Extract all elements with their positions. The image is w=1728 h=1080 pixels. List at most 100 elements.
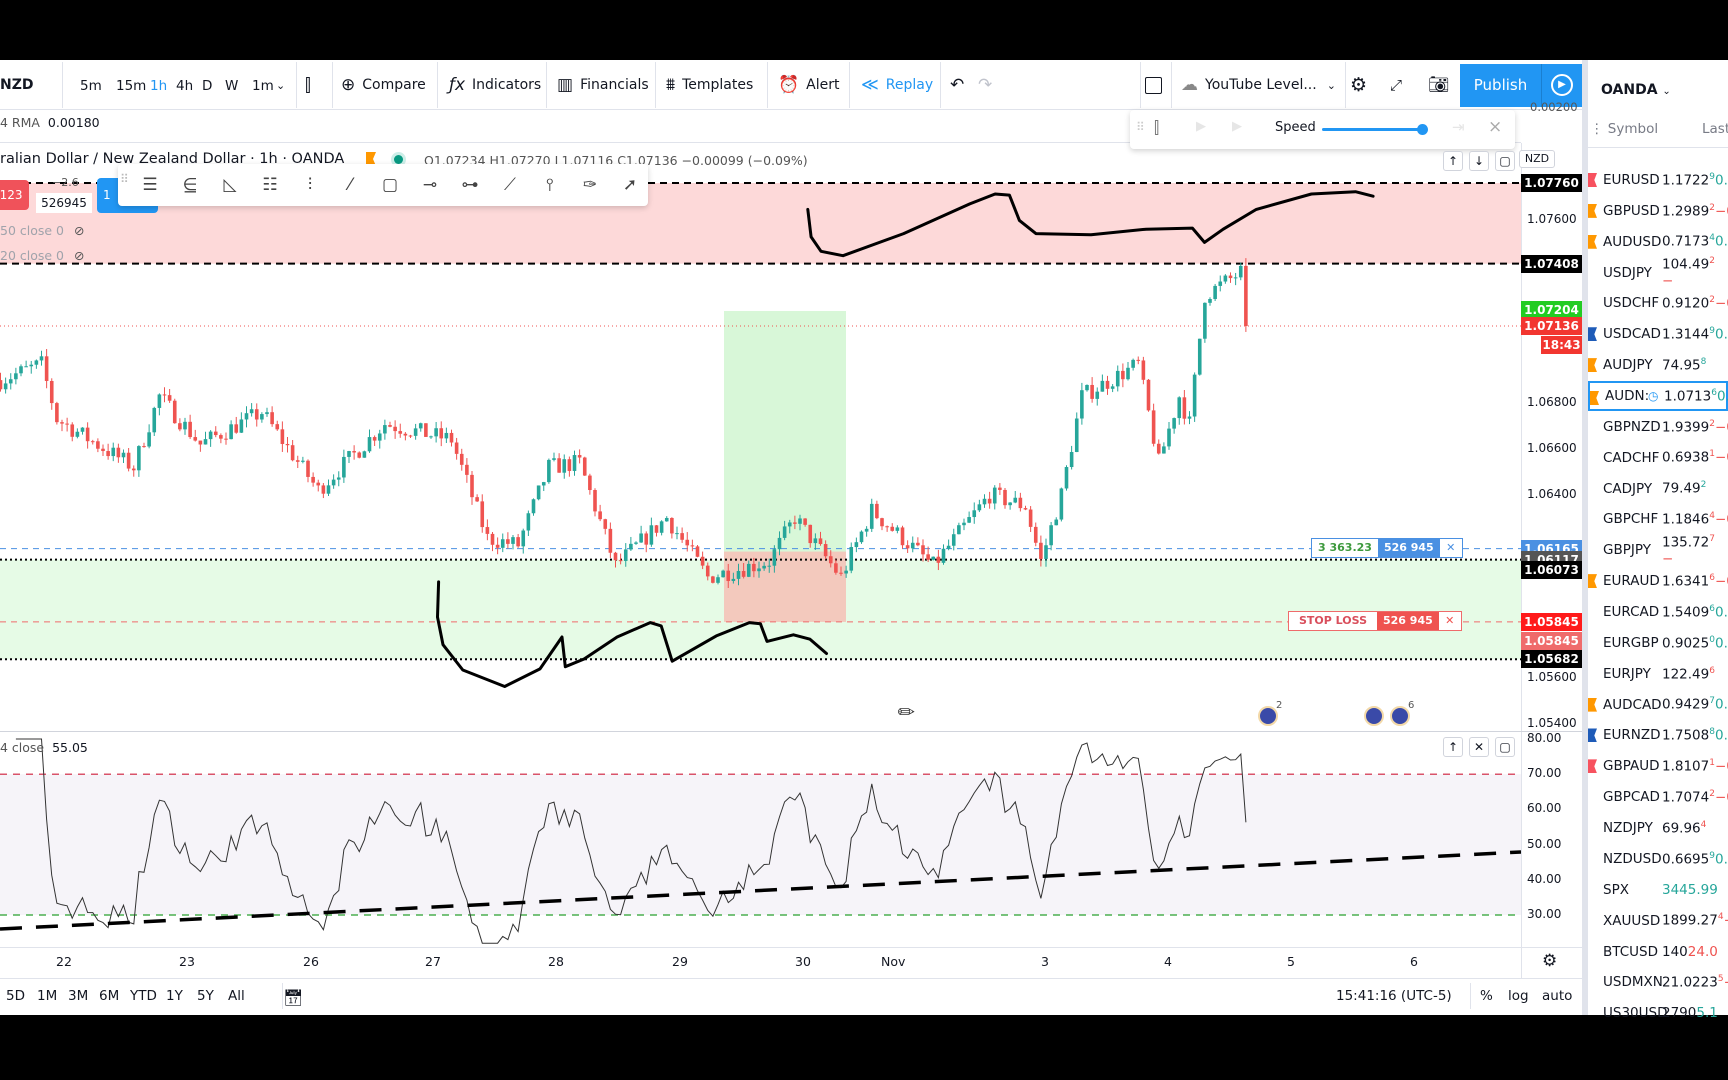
flag-icon[interactable] [1588,358,1597,373]
watchlist-row[interactable]: EURJPY 122.496 [1588,659,1728,689]
range-YTD[interactable]: YTD [130,988,157,1004]
watchlist-row[interactable]: GBPCAD1.70742−0 [1588,782,1728,812]
drag-handle[interactable]: ⠿ [120,172,129,186]
clock[interactable]: 15:41:16 (UTC-5) [1336,988,1452,1004]
timeframe-4h[interactable]: 4h [176,78,193,94]
goto-date-icon[interactable]: 📅︎ [283,988,303,1007]
sell-button[interactable]: 7123 [0,180,29,210]
watchlist-row[interactable]: GBPNZD1.93992−0 [1588,412,1728,442]
timeframe-1m[interactable]: 1m [252,78,274,94]
gear-icon[interactable]: ⚙ [1542,951,1557,971]
vertical-line-icon[interactable]: ⫯ [532,164,568,206]
percent-toggle[interactable]: % [1480,988,1493,1004]
select-bar-icon[interactable]: ⫿ [1154,118,1159,138]
take-profit-order[interactable]: 3 363.23 526 945 ✕ [1311,538,1463,558]
range-5D[interactable]: 5D [6,988,25,1004]
range-All[interactable]: All [228,988,245,1004]
flag-icon[interactable] [1588,327,1597,342]
watchlist-row[interactable]: CADCHF0.69381−0 [1588,443,1728,473]
watchlist-row[interactable]: EURGBP 0.902500. [1588,628,1728,658]
triangle-icon[interactable]: ◺ [212,164,248,206]
watchlist-row[interactable]: US30USD 27905.1 [1588,998,1728,1028]
play-icon[interactable]: ▶ [1196,119,1206,134]
watchlist-row[interactable]: USDJPY 104.492 − [1588,256,1728,289]
watchlist-row[interactable]: USDMXN21.02235−0 [1588,967,1728,997]
watchlist-row[interactable]: XAUUSD1899.274−1 [1588,906,1728,936]
economic-event-icon[interactable] [1390,706,1410,726]
watchlist-row[interactable]: EURNZD 1.750880. [1588,720,1728,750]
move-up-icon[interactable]: ↑ [1443,737,1463,757]
speed-slider[interactable] [1322,128,1422,131]
timeframe-W[interactable]: W [225,78,238,94]
watchlist-row[interactable]: AUDJPY 74.958 [1588,350,1728,380]
watchlist-row[interactable]: GBPAUD1.81071−0 [1588,751,1728,781]
watchlist-row[interactable]: SPX 3445.99 [1588,875,1728,905]
flag-icon[interactable] [1588,173,1597,187]
watchlist-row[interactable]: GBPUSD1.29892−0 [1588,196,1728,226]
timeframe-15m[interactable]: 15m [116,78,146,94]
extended-line-icon[interactable]: ⟋ [492,164,528,206]
watchlist-row[interactable]: NZDJPY 69.964 [1588,813,1728,843]
maximize-pane-icon[interactable]: ▢ [1495,737,1515,757]
currency-label[interactable]: NZD [1519,150,1555,168]
watchlist-row[interactable]: GBPJPY 135.727 − [1588,534,1728,567]
rectangle-icon[interactable]: ▢ [372,164,408,206]
watchlist-row[interactable]: AUDN:◷ 1.071360. [1588,381,1728,412]
range-1M[interactable]: 1M [37,988,57,1004]
flag-icon[interactable] [1588,574,1597,589]
fib-retracement-icon[interactable]: ⋸ [172,164,208,206]
range-5Y[interactable]: 5Y [197,988,214,1004]
move-up-icon[interactable]: ↑ [1443,151,1463,171]
flag-icon[interactable] [1588,234,1597,249]
watchlist-selector[interactable]: OANDA ⌄ [1601,82,1671,98]
hidden-eye-icon[interactable]: ⊘ [74,248,84,263]
auto-toggle[interactable]: auto [1542,988,1572,1004]
close-icon[interactable]: × [1488,117,1502,137]
trend-line-icon[interactable]: ⁄ [332,164,368,206]
hidden-eye-icon[interactable]: ⊘ [74,223,84,238]
horizontal-lines-icon[interactable]: ☰ [132,164,168,206]
watchlist-row[interactable]: GBPCHF1.18464−0 [1588,504,1728,534]
flag-icon[interactable] [1590,391,1599,406]
close-icon[interactable]: ✕ [1439,612,1461,630]
step-forward-icon[interactable]: ▶ [1232,119,1242,134]
range-6M[interactable]: 6M [99,988,119,1004]
timeframe-1h[interactable]: 1h [150,78,167,94]
close-icon[interactable]: ✕ [1440,539,1462,557]
watchlist-row[interactable]: AUDUSD 0.717340. [1588,227,1728,257]
watchlist-row[interactable]: USDCHF0.91202−0 [1588,288,1728,318]
watchlist-row[interactable]: EURAUD1.63416−0 [1588,566,1728,596]
economic-event-icon[interactable] [1258,706,1278,726]
flag-icon[interactable] [1588,697,1597,712]
timeframe-5m[interactable]: 5m [80,78,102,94]
stop-loss-order[interactable]: STOP LOSS 526 945 ✕ [1288,611,1462,631]
watchlist-row[interactable]: AUDCAD 0.942970. [1588,690,1728,720]
jump-to-realtime-icon[interactable]: ⇥ [1452,118,1465,136]
pitchfork-icon[interactable]: ⫶ [292,164,328,206]
brush-icon[interactable]: ✑ [572,164,608,206]
parallel-channel-icon[interactable]: ☷ [252,164,288,206]
range-3M[interactable]: 3M [68,988,88,1004]
flag-icon[interactable] [1588,759,1597,774]
move-down-icon[interactable]: ↓ [1469,151,1489,171]
flag-icon[interactable] [1588,728,1597,743]
economic-event-icon[interactable] [1364,706,1384,726]
range-1Y[interactable]: 1Y [166,988,183,1004]
horizontal-line-icon[interactable]: ⊶ [452,164,488,206]
log-toggle[interactable]: log [1508,988,1529,1004]
watchlist-row[interactable]: EURCAD 1.540960. [1588,597,1728,627]
maximize-pane-icon[interactable]: ▢ [1495,151,1515,171]
watchlist-row[interactable]: NZDUSD 0.669590. [1588,844,1728,874]
watchlist-row[interactable]: BTCUSD 14024.0 [1588,937,1728,967]
watchlist-row[interactable]: USDCAD 1.314490. [1588,319,1728,349]
timeframe-D[interactable]: D [202,78,212,94]
speed-slider-handle[interactable] [1417,124,1428,135]
drag-handle[interactable]: ⠿ [1136,120,1145,134]
flag-icon[interactable] [1588,203,1597,218]
horizontal-ray-icon[interactable]: ⊸ [412,164,448,206]
close-icon[interactable]: ✕ [1469,737,1489,757]
watchlist-row[interactable]: CADJPY 79.492 [1588,474,1728,504]
quantity-field[interactable]: 526945 [36,193,92,213]
arrow-icon[interactable]: ➚ [612,164,648,206]
watchlist-row[interactable]: EURUSD 1.172290. [1588,165,1728,195]
